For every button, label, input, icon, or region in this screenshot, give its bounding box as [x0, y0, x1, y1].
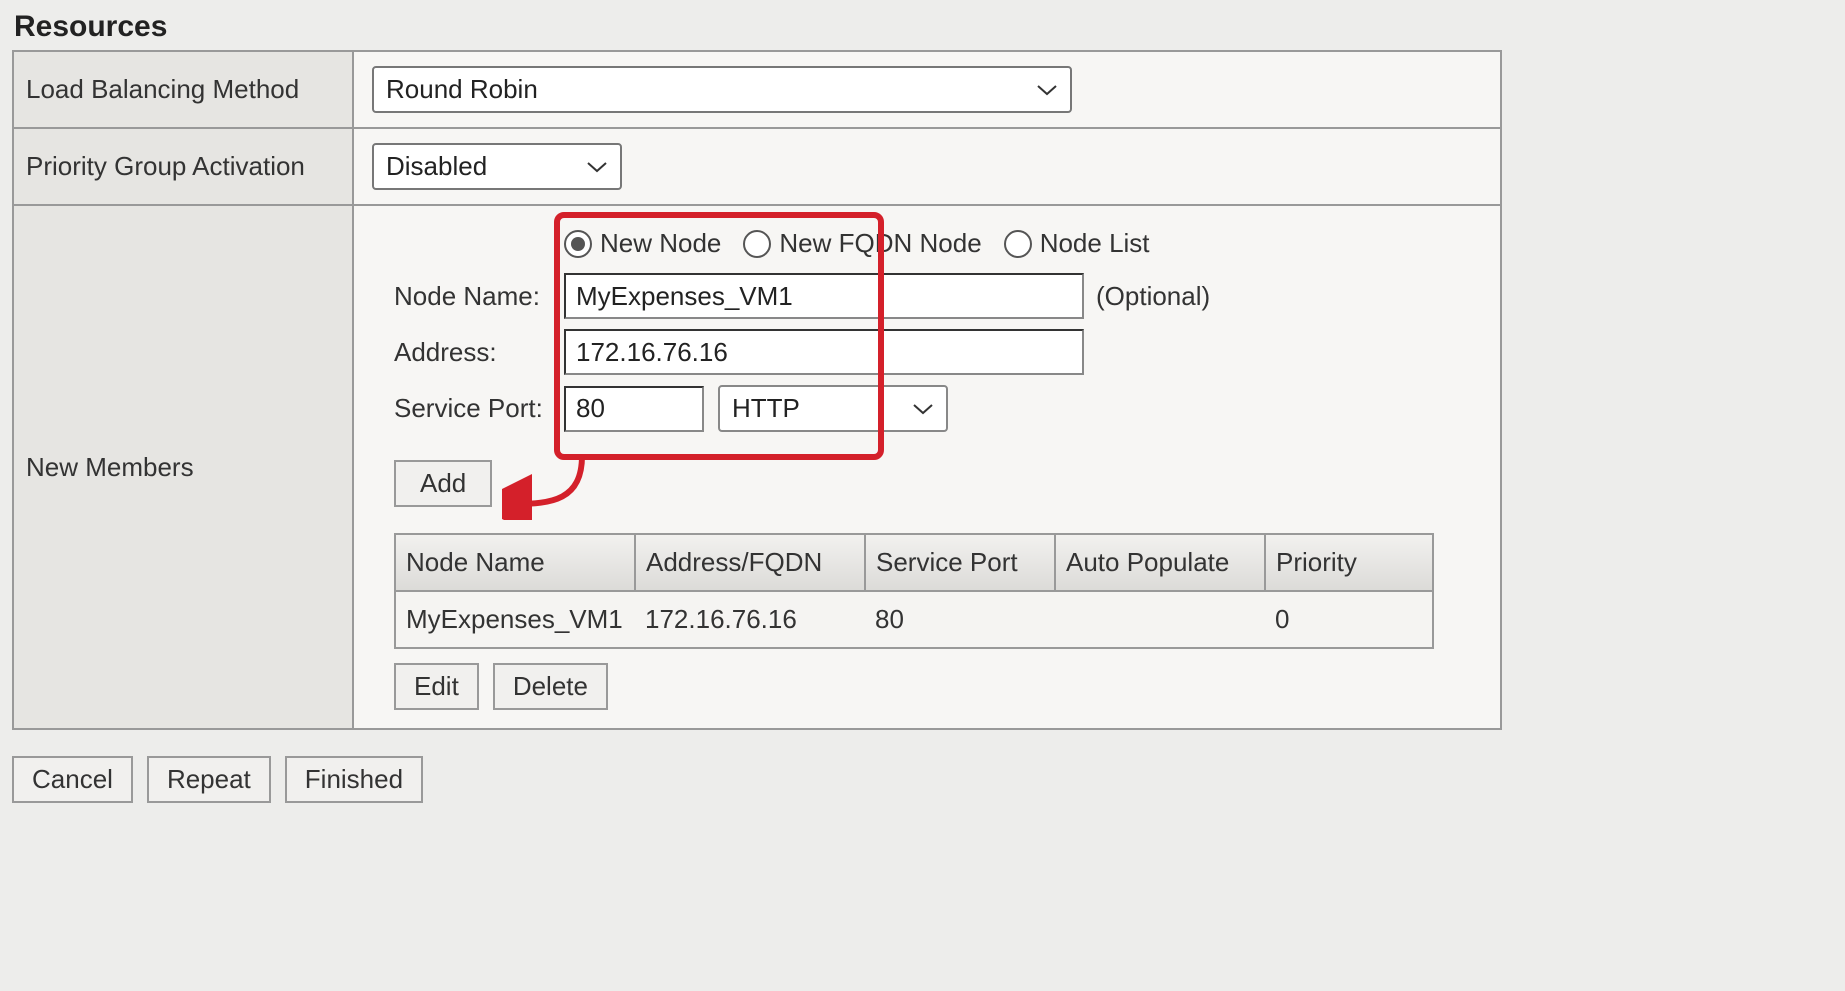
service-port-label: Service Port: — [394, 393, 564, 424]
radio-new-node[interactable]: New Node — [564, 228, 721, 259]
col-address: Address/FQDN — [635, 534, 865, 591]
chevron-down-icon — [1036, 83, 1058, 97]
node-name-optional: (Optional) — [1096, 281, 1210, 312]
pga-select[interactable]: Disabled — [372, 143, 622, 190]
service-port-proto-select[interactable]: HTTP — [718, 385, 948, 432]
radio-dot-icon — [564, 230, 592, 258]
radio-new-node-label: New Node — [600, 228, 721, 259]
node-name-label: Node Name: — [394, 281, 564, 312]
chevron-down-icon — [586, 160, 608, 174]
col-node-name: Node Name — [395, 534, 635, 591]
cell-auto — [1055, 591, 1265, 648]
col-priority: Priority — [1265, 534, 1433, 591]
address-input[interactable] — [564, 329, 1084, 375]
node-type-radios: New Node New FQDN Node Node List — [564, 228, 1482, 259]
cell-address: 172.16.76.16 — [635, 591, 865, 648]
resources-table: Load Balancing Method Round Robin Priori… — [12, 50, 1502, 730]
pga-value: Disabled — [386, 151, 487, 182]
add-button-label: Add — [420, 468, 466, 499]
lb-method-select[interactable]: Round Robin — [372, 66, 1072, 113]
cell-port: 80 — [865, 591, 1055, 648]
finished-button[interactable]: Finished — [285, 756, 423, 803]
radio-node-list[interactable]: Node List — [1004, 228, 1150, 259]
col-service-port: Service Port — [865, 534, 1055, 591]
cancel-button-label: Cancel — [32, 764, 113, 795]
col-auto-populate: Auto Populate — [1055, 534, 1265, 591]
radio-new-fqdn-label: New FQDN Node — [779, 228, 981, 259]
radio-node-list-label: Node List — [1040, 228, 1150, 259]
address-label: Address: — [394, 337, 564, 368]
finished-button-label: Finished — [305, 764, 403, 795]
table-row[interactable]: MyExpenses_VM1 172.16.76.16 80 0 — [395, 591, 1433, 648]
lb-method-value: Round Robin — [386, 74, 538, 105]
radio-new-fqdn-node[interactable]: New FQDN Node — [743, 228, 981, 259]
cell-priority: 0 — [1265, 591, 1433, 648]
edit-button-label: Edit — [414, 671, 459, 702]
service-port-proto-value: HTTP — [732, 393, 800, 424]
cancel-button[interactable]: Cancel — [12, 756, 133, 803]
lb-method-label: Load Balancing Method — [13, 51, 353, 128]
repeat-button[interactable]: Repeat — [147, 756, 271, 803]
section-title: Resources — [12, 0, 1833, 50]
delete-button-label: Delete — [513, 671, 588, 702]
delete-button[interactable]: Delete — [493, 663, 608, 710]
footer-buttons: Cancel Repeat Finished — [12, 756, 1833, 803]
radio-dot-icon — [1004, 230, 1032, 258]
pga-label: Priority Group Activation — [13, 128, 353, 205]
new-members-area: New Node New FQDN Node Node List — [394, 228, 1482, 710]
members-table: Node Name Address/FQDN Service Port Auto… — [394, 533, 1434, 649]
new-members-label: New Members — [13, 205, 353, 729]
add-button[interactable]: Add — [394, 460, 492, 507]
service-port-input[interactable] — [564, 386, 704, 432]
chevron-down-icon — [912, 402, 934, 416]
cell-node-name: MyExpenses_VM1 — [395, 591, 635, 648]
radio-dot-icon — [743, 230, 771, 258]
edit-button[interactable]: Edit — [394, 663, 479, 710]
node-name-input[interactable] — [564, 273, 1084, 319]
repeat-button-label: Repeat — [167, 764, 251, 795]
